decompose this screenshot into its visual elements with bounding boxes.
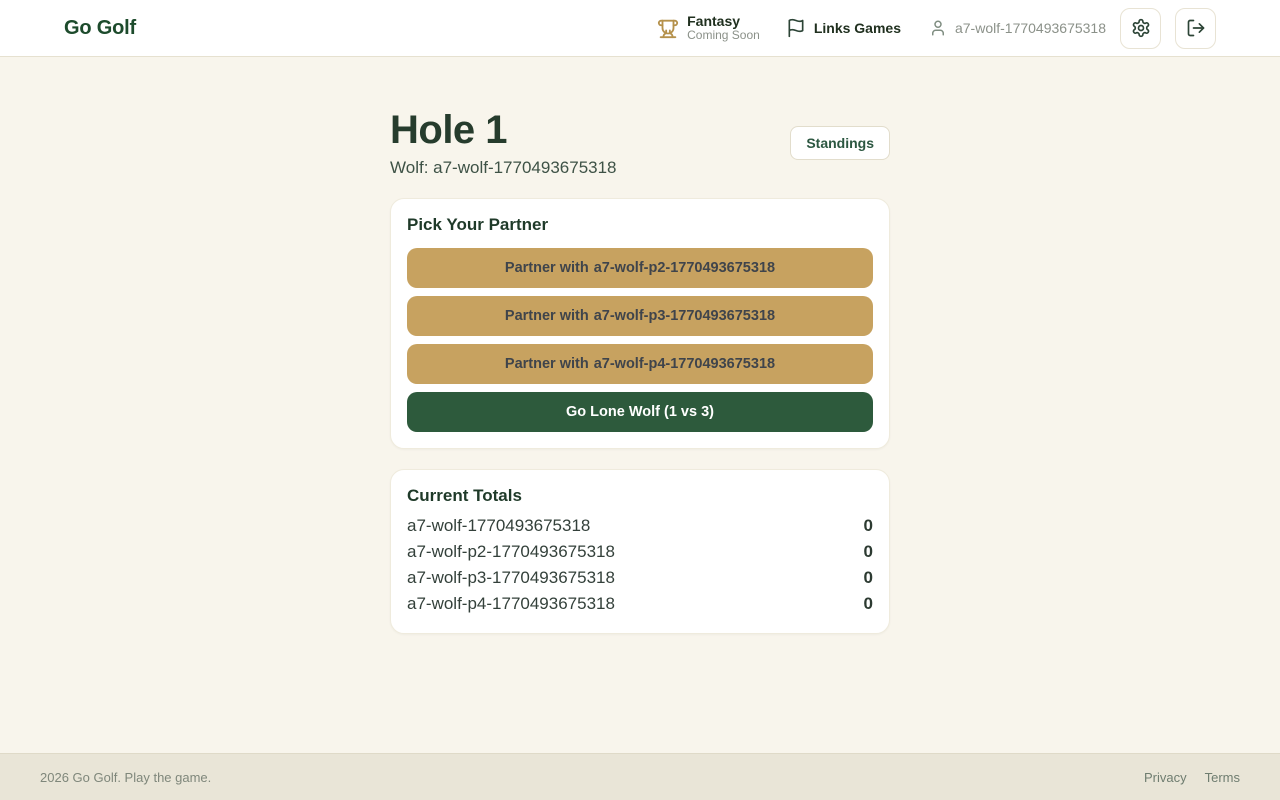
- footer: 2026 Go Golf. Play the game. Privacy Ter…: [0, 753, 1280, 800]
- player-total: 0: [864, 591, 873, 617]
- pick-partner-card: Pick Your Partner Partner with a7-wolf-p…: [390, 198, 890, 449]
- logout-button[interactable]: [1175, 8, 1216, 49]
- standings-button[interactable]: Standings: [790, 126, 890, 160]
- user-icon: [929, 19, 947, 37]
- partner-name: a7-wolf-p2-1770493675318: [594, 260, 775, 276]
- links-games-label: Links Games: [814, 20, 901, 36]
- title-row: Hole 1 Wolf: a7-wolf-1770493675318 Stand…: [390, 107, 890, 178]
- partner-button-p4[interactable]: Partner with a7-wolf-p4-1770493675318: [407, 344, 873, 384]
- header-nav: Fantasy Coming Soon Links Games: [657, 8, 1216, 49]
- gear-icon: [1131, 18, 1151, 38]
- player-name: a7-wolf-p2-1770493675318: [407, 539, 615, 565]
- partner-name: a7-wolf-p4-1770493675318: [594, 356, 775, 372]
- lone-wolf-button[interactable]: Go Lone Wolf (1 vs 3): [407, 392, 873, 432]
- current-totals-card: Current Totals a7-wolf-1770493675318 0 a…: [390, 469, 890, 634]
- username-text: a7-wolf-1770493675318: [955, 20, 1106, 36]
- totals-row: a7-wolf-p4-1770493675318 0: [407, 591, 873, 617]
- footer-links: Privacy Terms: [1144, 770, 1240, 785]
- page: Go Golf Fantasy Coming Soon: [0, 0, 1280, 800]
- brand-logo[interactable]: Go Golf: [64, 17, 136, 40]
- player-total: 0: [864, 539, 873, 565]
- pick-partner-title: Pick Your Partner: [407, 215, 873, 235]
- trophy-icon: [657, 17, 679, 39]
- partner-name: a7-wolf-p3-1770493675318: [594, 308, 775, 324]
- header: Go Golf Fantasy Coming Soon: [0, 0, 1280, 57]
- main-content: Hole 1 Wolf: a7-wolf-1770493675318 Stand…: [0, 57, 1280, 753]
- partner-button-p2[interactable]: Partner with a7-wolf-p2-1770493675318: [407, 248, 873, 288]
- nav-fantasy[interactable]: Fantasy Coming Soon: [657, 13, 760, 43]
- fantasy-sublabel: Coming Soon: [687, 29, 760, 43]
- current-totals-title: Current Totals: [407, 486, 873, 506]
- totals-row: a7-wolf-p3-1770493675318 0: [407, 565, 873, 591]
- player-total: 0: [864, 513, 873, 539]
- user-display: a7-wolf-1770493675318: [929, 19, 1106, 37]
- wolf-subtitle: Wolf: a7-wolf-1770493675318: [390, 158, 617, 178]
- totals-row: a7-wolf-p2-1770493675318 0: [407, 539, 873, 565]
- player-name: a7-wolf-p3-1770493675318: [407, 565, 615, 591]
- fantasy-label: Fantasy: [687, 13, 760, 29]
- nav-links-games[interactable]: Links Games: [786, 18, 901, 38]
- terms-link[interactable]: Terms: [1205, 770, 1240, 785]
- player-total: 0: [864, 565, 873, 591]
- player-name: a7-wolf-1770493675318: [407, 513, 590, 539]
- privacy-link[interactable]: Privacy: [1144, 770, 1187, 785]
- player-name: a7-wolf-p4-1770493675318: [407, 591, 615, 617]
- settings-button[interactable]: [1120, 8, 1161, 49]
- totals-row: a7-wolf-1770493675318 0: [407, 513, 873, 539]
- logout-icon: [1186, 18, 1206, 38]
- page-title: Hole 1: [390, 107, 617, 153]
- flag-icon: [786, 18, 806, 38]
- partner-button-p3[interactable]: Partner with a7-wolf-p3-1770493675318: [407, 296, 873, 336]
- copyright-text: 2026 Go Golf. Play the game.: [40, 770, 211, 785]
